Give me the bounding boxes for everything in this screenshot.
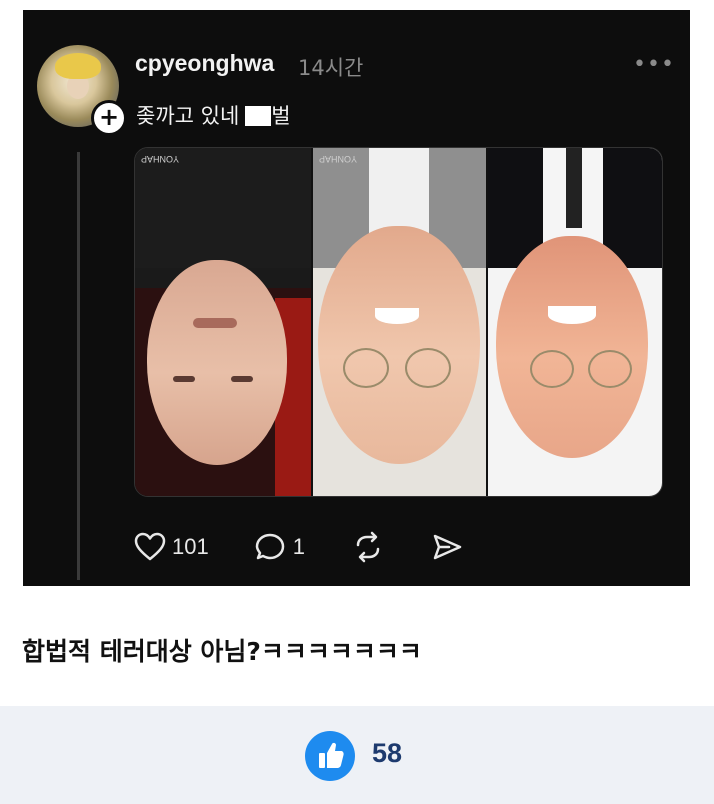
face-1 [147,260,287,465]
media-watermark: YONHAP [319,154,358,164]
comment-action[interactable]: 1 [255,532,305,562]
censor-block [245,106,272,126]
glasses-left-2 [343,348,389,388]
heart-icon [134,532,166,561]
share-action[interactable] [431,532,463,562]
tie [566,148,582,228]
glasses-left-3 [530,350,574,388]
post-username[interactable]: cpyeonghwa [135,50,274,77]
thumbs-up-button[interactable] [305,731,355,781]
eye-right-1 [231,376,253,382]
repost-icon [356,531,380,563]
like-count: 101 [172,534,209,559]
media-panel-1: YONHAP [135,148,311,496]
glasses-right-3 [588,350,632,388]
face-2 [318,226,480,464]
share-icon [433,534,462,560]
repost-action[interactable] [351,531,385,563]
more-options-icon[interactable]: ••• [633,52,675,77]
mouth-3 [548,306,596,324]
caption-text: 합법적 테러대상 아님?ㅋㅋㅋㅋㅋㅋㅋ [22,637,422,666]
face-3 [496,236,648,458]
post-text-body: 좆까고 있네 [136,104,240,128]
post-text-suffix: 벌 [271,104,291,128]
footer-bar [0,706,714,804]
mouth-1 [193,318,237,328]
suit-shape [135,148,311,268]
post-actions: 101 1 [134,527,463,567]
glasses-right-2 [405,348,451,388]
eye-left-1 [173,376,195,382]
media-panel-3 [488,148,662,496]
like-action[interactable]: 101 [134,532,209,562]
thumbs-up-icon [319,742,344,768]
footer-like-count: 58 [372,738,403,768]
post-text: 좆까고 있네 벌 [136,100,291,130]
comment-icon [255,533,284,560]
follow-plus-icon[interactable]: + [91,100,127,136]
post-timestamp: 14시간 [298,56,364,80]
post-media[interactable]: YONHAP YONHAP [134,147,663,497]
comment-count: 1 [292,534,305,559]
thread-line [77,152,80,580]
media-panel-2: YONHAP [313,148,486,496]
media-watermark: YONHAP [141,154,180,164]
mouth-2 [375,308,419,324]
